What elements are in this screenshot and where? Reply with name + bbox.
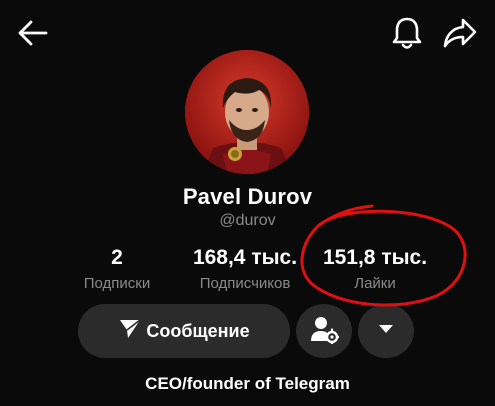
stat-followers-value: 168,4 тыс. <box>192 246 298 269</box>
profile-bio: CEO/founder of Telegram <box>145 374 350 393</box>
stat-following-value: 2 <box>111 246 123 269</box>
user-gear-icon <box>309 314 341 349</box>
stat-followers[interactable]: 168,4 тыс. Подписчиков <box>180 246 310 294</box>
stat-followers-label: Подписчиков <box>199 275 291 292</box>
stat-following-label: Подписки <box>83 275 151 292</box>
message-button-label: Сообщение <box>146 320 250 341</box>
chevron-down-icon <box>377 322 395 340</box>
profile-handle: @durov <box>219 212 276 229</box>
profile-name: Pavel Durov <box>182 184 313 209</box>
stat-likes[interactable]: 151,8 тыс. Лайки <box>310 246 440 294</box>
share-arrow-icon[interactable] <box>441 14 479 52</box>
back-arrow-icon[interactable] <box>16 16 50 50</box>
bell-icon[interactable] <box>388 14 426 52</box>
message-button[interactable]: Сообщение <box>78 304 290 358</box>
more-options-button[interactable] <box>358 304 414 358</box>
user-settings-button[interactable] <box>296 304 352 358</box>
stat-likes-label: Лайки <box>354 275 396 292</box>
stat-following[interactable]: 2 Подписки <box>70 246 164 294</box>
stat-likes-value: 151,8 тыс. <box>322 246 428 269</box>
paper-plane-icon <box>118 318 142 345</box>
avatar[interactable] <box>185 50 309 174</box>
